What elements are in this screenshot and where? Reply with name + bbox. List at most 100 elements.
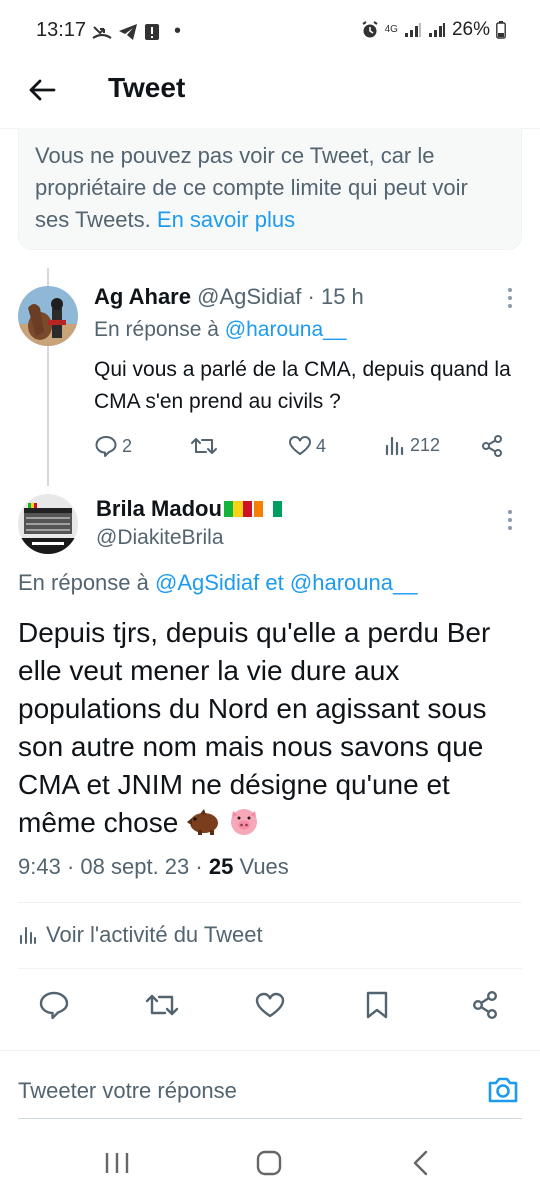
reply-input[interactable]: Tweeter votre réponse — [18, 1068, 468, 1114]
tweet-author-handle[interactable]: @DiakiteBrila — [96, 526, 224, 550]
avatar-image — [18, 494, 78, 554]
top-app-bar: Tweet — [0, 62, 540, 120]
analytics-icon — [385, 436, 404, 456]
meta-dot: · — [66, 854, 75, 879]
more-dot — [508, 518, 512, 522]
reply-joiner: et — [265, 570, 284, 595]
view-count: 212 — [410, 434, 441, 455]
battery-icon — [496, 21, 506, 39]
tweet-views-count: 25 — [208, 854, 234, 879]
bookmark-icon — [366, 991, 388, 1019]
retweet-icon — [145, 994, 179, 1016]
ivory-coast-flag-icon — [253, 501, 282, 517]
divider — [0, 1050, 540, 1051]
tweet-time: 9:43 — [18, 854, 61, 879]
more-options-button[interactable] — [500, 508, 520, 532]
reply-prefix: En réponse à — [18, 570, 149, 595]
reply-mention[interactable]: @AgSidiaf — [155, 570, 259, 595]
tweet-author-name[interactable]: Brila Madou — [96, 496, 222, 522]
alarm-icon — [362, 21, 378, 38]
reply-author-handle[interactable]: @AgSidiaf — [197, 284, 301, 309]
recent-apps-button[interactable] — [104, 1150, 130, 1176]
divider — [18, 968, 522, 969]
system-nav-bar — [0, 1130, 540, 1200]
tweet-views-label: Vues — [239, 854, 289, 879]
missed-call-icon — [92, 25, 112, 39]
learn-more-link[interactable]: En savoir plus — [157, 207, 295, 232]
chevron-left-icon — [413, 1150, 428, 1176]
camera-button[interactable] — [486, 1074, 520, 1106]
share-icon — [472, 991, 498, 1020]
notification-icons: • — [92, 20, 181, 43]
heart-icon — [289, 436, 311, 455]
view-activity-label: Voir l'activité du Tweet — [46, 922, 263, 947]
more-dot — [508, 510, 512, 514]
reply-time[interactable]: 15 h — [321, 284, 364, 309]
avatar-image — [18, 286, 78, 346]
signal-2-icon — [428, 23, 445, 37]
battery-percent: 26% — [451, 19, 490, 40]
tweet-date: 08 sept. 23 — [80, 854, 190, 879]
restricted-tweet-notice: Vous ne pouvez pas voir ce Tweet, car le… — [18, 128, 522, 250]
reply-mention[interactable]: @harouna__ — [225, 318, 347, 341]
heart-icon — [255, 992, 285, 1018]
recent-apps-icon — [105, 1153, 129, 1173]
reply-author: Ag Ahare @AgSidiaf · 15 h — [94, 284, 364, 310]
page-title: Tweet — [108, 72, 186, 103]
pig-face-emoji-icon — [230, 809, 257, 835]
more-dot — [508, 304, 512, 308]
more-dot — [508, 288, 512, 292]
retweet-action[interactable] — [190, 434, 218, 458]
tweet-body: Depuis tjrs, depuis qu'elle a perdu Ber … — [18, 617, 491, 838]
back-button[interactable] — [24, 72, 60, 108]
tweet-text: Depuis tjrs, depuis qu'elle a perdu Ber … — [18, 614, 518, 842]
more-options-button[interactable] — [500, 286, 520, 310]
reply-separator: · — [307, 284, 315, 309]
reply-author-name[interactable]: Ag Ahare — [94, 284, 191, 309]
avatar[interactable] — [18, 494, 78, 554]
reply-count: 2 — [122, 435, 133, 456]
home-button[interactable] — [256, 1150, 282, 1176]
telegram-icon — [119, 23, 137, 40]
status-bar: 13:17 • 4G 26% — [0, 0, 540, 62]
more-dot — [508, 526, 512, 530]
input-underline — [18, 1118, 522, 1119]
camera-icon — [488, 1077, 518, 1103]
retweet-button[interactable] — [144, 990, 180, 1020]
reply-context: En réponse à @AgSidiaf et @harouna__ — [18, 570, 417, 596]
status-dot: • — [174, 20, 182, 42]
tweet-meta: 9:43 · 08 sept. 23 · 25 Vues — [18, 854, 289, 880]
tweet-author[interactable]: Brila Madou — [96, 496, 282, 522]
status-time: 13:17 — [36, 19, 87, 41]
avatar[interactable] — [18, 286, 78, 346]
reply-action[interactable]: 2 — [94, 434, 132, 458]
system-icons: 4G 26% — [361, 19, 506, 41]
signal-icon — [404, 23, 421, 37]
reply-tweet-text: Qui vous a parlé de la CMA, depuis quand… — [94, 358, 511, 413]
network-type: 4G — [384, 24, 398, 35]
arrow-left-icon — [29, 79, 56, 101]
comment-icon — [39, 991, 69, 1020]
share-icon — [482, 435, 502, 457]
reply-button[interactable] — [38, 990, 70, 1020]
alert-icon — [145, 23, 159, 40]
like-button[interactable] — [254, 990, 286, 1020]
reply-prefix: En réponse à — [94, 318, 219, 341]
mali-flag-icon — [223, 501, 252, 517]
like-action[interactable]: 4 — [288, 434, 326, 458]
system-back-button[interactable] — [408, 1150, 434, 1176]
view-activity-link[interactable]: Voir l'activité du Tweet — [18, 922, 263, 948]
analytics-icon — [20, 927, 36, 944]
reply-mention[interactable]: @harouna__ — [290, 570, 418, 595]
boar-emoji-icon — [187, 809, 219, 835]
views-action[interactable]: 212 — [384, 434, 440, 456]
share-button[interactable] — [470, 990, 500, 1020]
divider — [18, 902, 522, 903]
more-dot — [508, 296, 512, 300]
meta-dot: · — [195, 854, 203, 879]
like-count: 4 — [316, 435, 327, 456]
bookmark-button[interactable] — [364, 990, 390, 1020]
home-icon — [256, 1150, 282, 1176]
share-action[interactable] — [480, 434, 504, 458]
comment-icon — [95, 436, 117, 457]
